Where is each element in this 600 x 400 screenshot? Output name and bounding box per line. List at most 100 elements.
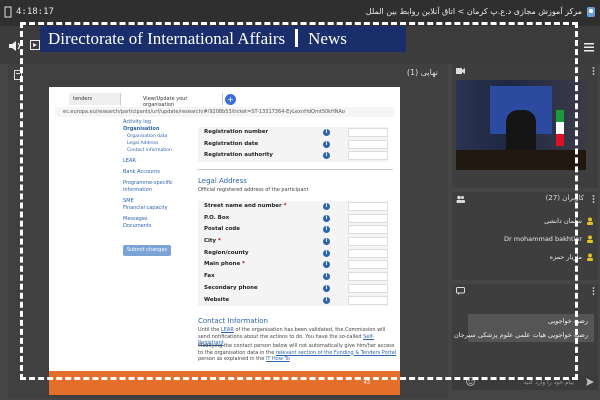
field-input[interactable]: [348, 151, 388, 161]
more-options-icon[interactable]: [592, 195, 595, 203]
banner-separator: [295, 29, 299, 47]
form-row: Street name and number * i: [198, 201, 388, 213]
lear-link[interactable]: LEAR: [221, 327, 234, 333]
browser-tab-tenders[interactable]: tenders: [69, 93, 121, 105]
room-title: مرکز آموزش مجازی د.ع.پ کرمان > اتاق آنلا…: [365, 7, 582, 16]
speaker-icon[interactable]: [8, 40, 22, 52]
users-panel-header: کاربران (27): [452, 192, 598, 206]
top-bar: 4:18:17 مرکز آموزش مجازی د.ع.پ کرمان > ا…: [0, 0, 600, 26]
nav-messages[interactable]: Messages: [123, 216, 187, 223]
section-divider: [198, 169, 393, 170]
browser-tabs: tenders View/Update your organisation +: [49, 93, 400, 108]
new-tab-icon[interactable]: +: [225, 94, 236, 105]
field-input[interactable]: [348, 128, 388, 137]
slide-page-number: 43: [363, 380, 370, 386]
more-options-icon[interactable]: [592, 67, 595, 75]
nav-documents[interactable]: Documents: [123, 223, 187, 230]
nav-organisation-data[interactable]: Organisation data: [123, 133, 187, 140]
legal-address-form: Street name and number * i P.O. Box i Postal…: [198, 201, 388, 307]
presentation-header: نهایی (1): [8, 66, 448, 82]
document-icon[interactable]: [14, 70, 22, 80]
field-label: City: [204, 238, 217, 245]
field-input[interactable]: [348, 283, 388, 293]
presentation-slide: tenders View/Update your organisation + …: [49, 87, 400, 395]
user-list-item[interactable]: مازیار حمزه: [452, 250, 598, 264]
info-icon[interactable]: i: [323, 238, 330, 246]
info-icon[interactable]: i: [323, 249, 330, 257]
webcam-video[interactable]: [456, 80, 586, 170]
users-panel: کاربران (27) سلمان دانشی Dr mohammad bak…: [452, 192, 598, 280]
field-label: Secondary phone: [204, 284, 258, 291]
nav-activity-log[interactable]: Activity log: [123, 119, 187, 126]
required-marker: *: [216, 238, 221, 245]
info-icon[interactable]: i: [323, 203, 330, 210]
banner-news: News: [308, 29, 347, 48]
info-icon[interactable]: i: [323, 129, 330, 136]
contact-info-title: Contact Information: [198, 317, 268, 325]
send-icon[interactable]: [586, 378, 594, 386]
slide-footer: 43: [49, 371, 400, 395]
info-icon[interactable]: i: [323, 226, 330, 234]
nav-bank-accounts[interactable]: Bank Accounts: [123, 169, 187, 176]
field-input[interactable]: [348, 225, 388, 235]
portal-section-link[interactable]: relevant section of the Funding & Tender…: [276, 350, 396, 356]
browser-tab-organisation[interactable]: View/Update your organisation: [139, 93, 223, 108]
legal-address-subtitle: Official registered address of the parti…: [198, 187, 309, 193]
nav-financial-capacity[interactable]: Financial capacity: [123, 205, 187, 212]
nav-legal-address[interactable]: Legal Address: [123, 140, 187, 147]
nav-contact-information[interactable]: Contact information: [123, 147, 187, 154]
required-marker: *: [240, 261, 245, 268]
info-icon[interactable]: i: [323, 214, 330, 222]
more-options-icon[interactable]: [592, 287, 595, 295]
user-badge-icon[interactable]: [586, 6, 596, 18]
info-icon[interactable]: i: [323, 273, 330, 281]
form-row: Main phone * i: [198, 259, 388, 271]
presentation-label: نهایی (1): [406, 68, 438, 77]
field-label: Registration authority: [204, 152, 273, 159]
field-input[interactable]: [348, 237, 388, 247]
field-input[interactable]: [348, 260, 388, 270]
contact-paragraph-2: Modifying the contact person below will …: [198, 343, 398, 363]
nav-lear[interactable]: LEAR: [123, 158, 187, 165]
field-input[interactable]: [348, 139, 388, 149]
info-icon[interactable]: i: [323, 261, 330, 269]
field-label: Region/county: [204, 249, 249, 256]
nav-programme-info[interactable]: Programme-specific information: [123, 180, 187, 194]
video-desk: [456, 150, 586, 170]
form-row: Secondary phone i: [198, 283, 388, 295]
chat-message-text: رضیه خواجویی هیات علمی علوم پزشکی سیرجان: [453, 331, 588, 339]
browser-url-bar[interactable]: ec.europa.eu/research/participants/urf/u…: [55, 107, 395, 117]
info-icon[interactable]: i: [323, 140, 330, 148]
video-panel: [452, 64, 598, 188]
field-label: Registration date: [204, 140, 259, 147]
field-input[interactable]: [348, 213, 388, 223]
app-root: 4:18:17 مرکز آموزش مجازی د.ع.پ کرمان > ا…: [0, 0, 600, 400]
menu-icon[interactable]: [584, 42, 594, 52]
field-input[interactable]: [348, 272, 388, 282]
screen-share-icon[interactable]: [30, 40, 40, 50]
user-list-item[interactable]: Dr mohammad bakhtiar: [452, 232, 598, 246]
nav-sme[interactable]: SME: [123, 198, 187, 205]
banner-title: Directorate of International Affairs: [48, 29, 286, 48]
registration-form: Registration number i Registration date i …: [198, 127, 388, 163]
field-input[interactable]: [348, 202, 388, 211]
field-label: Website: [204, 296, 230, 303]
field-label: Street name and number: [204, 203, 282, 209]
info-icon[interactable]: i: [323, 152, 330, 160]
user-name: مازیار حمزه: [549, 253, 582, 261]
session-timer: 4:18:17: [16, 7, 54, 17]
side-navigation: Activity log Organisation Organisation d…: [123, 119, 187, 230]
info-icon[interactable]: i: [323, 284, 330, 292]
field-input[interactable]: [348, 248, 388, 258]
user-list-item[interactable]: سلمان دانشی: [452, 214, 598, 228]
exit-icon[interactable]: [4, 6, 12, 18]
camera-icon[interactable]: [456, 67, 465, 75]
presenter-icon: [587, 253, 593, 261]
info-icon[interactable]: i: [323, 296, 330, 304]
emoji-icon[interactable]: [466, 377, 475, 386]
submit-changes-button[interactable]: Submit changes: [123, 245, 171, 256]
it-howto-link[interactable]: IT How To: [266, 356, 290, 362]
field-input[interactable]: [348, 295, 388, 305]
presenter-icon: [587, 235, 593, 243]
nav-organisation[interactable]: Organisation: [123, 126, 187, 133]
